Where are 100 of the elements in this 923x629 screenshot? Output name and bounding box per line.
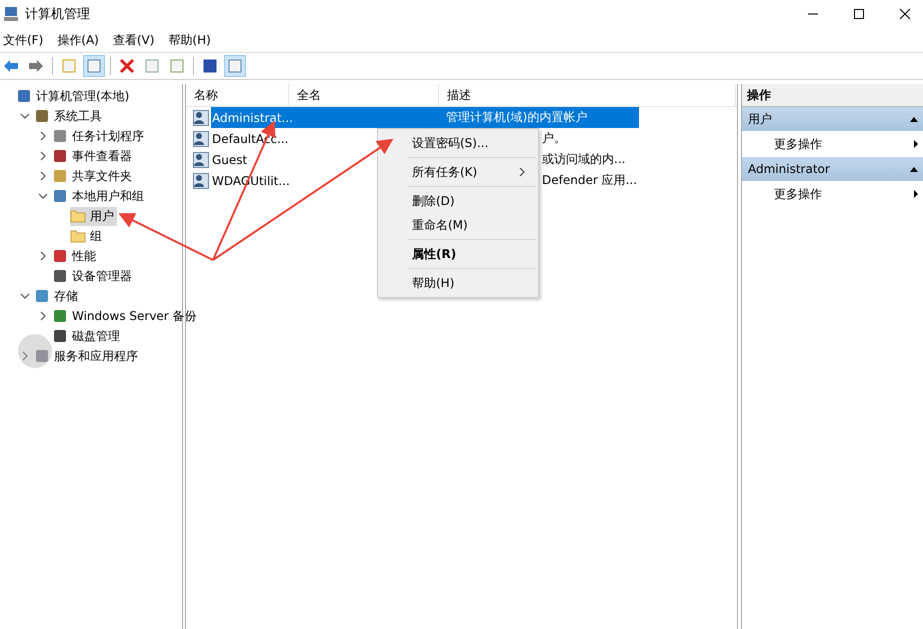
tile-icon — [52, 128, 68, 144]
toolbar-button[interactable] — [83, 55, 105, 77]
tree-label: 共享文件夹 — [72, 168, 132, 184]
tree-label: 服务和应用程序 — [54, 348, 138, 364]
tree-label: 性能 — [72, 248, 96, 264]
menu-item[interactable]: 删除(D) — [378, 189, 538, 213]
tree-item[interactable]: 设备管理器 — [52, 266, 135, 286]
window-icon — [202, 58, 218, 74]
column-header[interactable]: 名称 — [186, 84, 289, 106]
tile-icon — [34, 348, 50, 364]
tree-label: 系统工具 — [54, 108, 102, 124]
collapse-chevron-icon[interactable] — [38, 191, 48, 201]
menu-item[interactable]: 属性(R) — [378, 242, 538, 266]
tile-icon — [52, 148, 68, 164]
menu-item[interactable]: 帮助(H) — [378, 271, 538, 295]
action-link[interactable]: 更多操作 — [742, 181, 923, 207]
toolbar-button[interactable] — [224, 55, 246, 77]
submenu-triangle-icon — [913, 189, 919, 199]
tree-label: 组 — [90, 228, 102, 244]
tree-item[interactable]: 用户 — [70, 206, 117, 226]
window-icon — [144, 58, 160, 74]
tree-item[interactable]: 事件查看器 — [52, 146, 135, 166]
tree-item[interactable]: 服务和应用程序 — [34, 346, 141, 366]
back-arrow-icon — [3, 58, 19, 74]
user-name: Administrat... — [211, 110, 292, 124]
tree-item[interactable]: 组 — [70, 226, 105, 246]
actions-section-header[interactable]: Administrator — [742, 157, 923, 181]
tree-item[interactable]: 存储 — [34, 286, 81, 306]
tree-item[interactable]: 性能 — [52, 246, 99, 266]
tree-label: 本地用户和组 — [72, 188, 144, 204]
tree-label: 设备管理器 — [72, 268, 132, 284]
tile-icon — [52, 268, 68, 284]
tree-label: Windows Server 备份 — [72, 308, 197, 324]
tree-label: 用户 — [90, 208, 114, 224]
tile-icon — [34, 288, 50, 304]
collapse-chevron-icon[interactable] — [20, 291, 30, 301]
column-header[interactable]: 全名 — [289, 84, 439, 106]
actions-section-header[interactable]: 用户 — [742, 107, 923, 131]
forward-arrow-icon — [28, 58, 44, 74]
tree-item[interactable]: 任务计划程序 — [52, 126, 147, 146]
maximize-icon[interactable] — [853, 8, 865, 20]
tile-icon — [52, 248, 68, 264]
user-icon — [193, 172, 209, 188]
tile-icon — [52, 328, 68, 344]
expand-chevron-icon[interactable] — [38, 171, 48, 181]
tile-icon — [16, 88, 32, 104]
tree-item[interactable]: 本地用户和组 — [52, 186, 147, 206]
tree-label: 任务计划程序 — [72, 128, 144, 144]
tile-icon — [52, 168, 68, 184]
expand-chevron-icon[interactable] — [38, 311, 48, 321]
submenu-chevron-icon — [518, 167, 526, 177]
click-indicator — [18, 334, 52, 368]
tree-item[interactable]: Windows Server 备份 — [52, 306, 200, 326]
menu-item[interactable]: 帮助(H) — [168, 32, 211, 48]
window-icon — [227, 58, 243, 74]
menu-item[interactable]: 查看(V) — [112, 32, 154, 48]
menu-item[interactable]: 文件(F) — [3, 32, 44, 48]
expand-chevron-icon[interactable] — [38, 251, 48, 261]
delete-icon — [119, 58, 135, 74]
tile-icon — [52, 188, 68, 204]
menu-item[interactable]: 重命名(M) — [378, 213, 538, 237]
collapse-triangle-icon[interactable] — [909, 165, 919, 173]
close-icon[interactable] — [899, 8, 911, 20]
user-description: 户。 — [542, 130, 566, 147]
collapse-triangle-icon[interactable] — [909, 115, 919, 123]
window-icon — [61, 58, 77, 74]
actions-header: 操作 — [742, 84, 923, 107]
computer-icon — [3, 6, 19, 22]
action-link[interactable]: 更多操作 — [742, 131, 923, 157]
expand-chevron-icon[interactable] — [38, 131, 48, 141]
tree-item[interactable]: 系统工具 — [34, 106, 105, 126]
menu-item[interactable]: 所有任务(K) — [378, 160, 538, 184]
folder-icon — [70, 208, 86, 224]
menu-item[interactable]: 设置密码(S)... — [378, 131, 538, 155]
user-icon — [193, 130, 209, 146]
menu-item[interactable]: 操作(A) — [57, 32, 99, 48]
folder-icon — [70, 228, 86, 244]
tree-label: 磁盘管理 — [72, 328, 120, 344]
submenu-triangle-icon — [913, 139, 919, 149]
selected-table-row[interactable]: Administrat... 管理计算机(域)的内置帐户 — [211, 107, 639, 128]
user-icon — [193, 152, 209, 168]
user-icon — [193, 110, 209, 126]
user-description: 管理计算机(域)的内置帐户 — [446, 109, 588, 126]
user-description: Defender 应用... — [542, 172, 638, 189]
window-icon — [169, 58, 185, 74]
column-header[interactable]: 描述 — [439, 84, 736, 106]
expand-chevron-icon[interactable] — [38, 151, 48, 161]
collapse-chevron-icon[interactable] — [20, 111, 30, 121]
window-icon — [86, 58, 102, 74]
user-name: Guest — [211, 152, 248, 166]
tile-icon — [34, 108, 50, 124]
tree-item[interactable]: 计算机管理(本地) — [16, 86, 132, 106]
tile-icon — [52, 308, 68, 324]
tree-item[interactable]: 共享文件夹 — [52, 166, 135, 186]
tree-label: 事件查看器 — [72, 148, 132, 164]
tree-label: 计算机管理(本地) — [36, 88, 130, 104]
user-description: 或访问域的内... — [542, 151, 626, 168]
tree-label: 存储 — [54, 288, 78, 304]
window-title: 计算机管理 — [25, 6, 90, 23]
tree-item[interactable]: 磁盘管理 — [52, 326, 123, 346]
